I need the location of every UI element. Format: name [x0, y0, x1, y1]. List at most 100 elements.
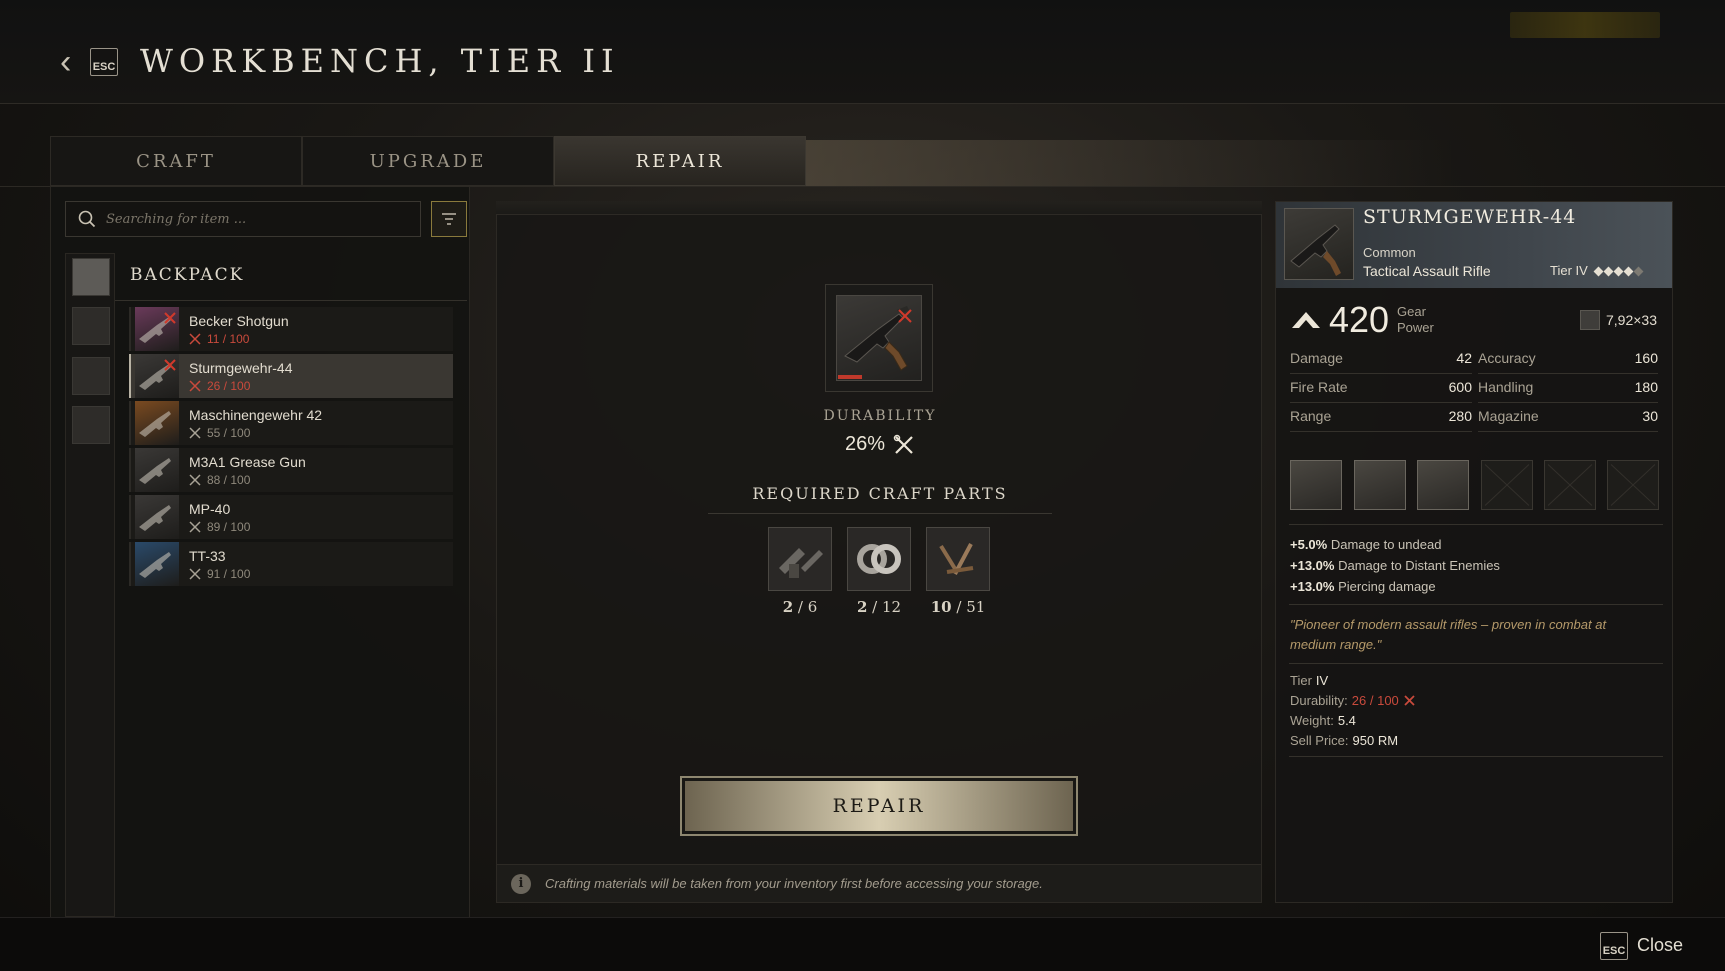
esc-key-icon[interactable]: ESC — [90, 48, 118, 76]
ammo-icon — [1580, 310, 1600, 330]
low-durability-icon — [1404, 695, 1415, 706]
weapon-thumbnail — [135, 542, 179, 586]
repair-tools-icon — [893, 434, 913, 454]
part-count: 10 / 51 — [930, 598, 986, 616]
item-durability: 11 / 100 — [189, 332, 289, 346]
gear-power-value: 420 — [1329, 299, 1390, 340]
mod-slot-empty[interactable] — [1544, 460, 1596, 510]
item-list: Becker Shotgun 11 / 100 Sturmgewehr-44 26 /… — [129, 307, 453, 589]
inventory-item[interactable]: M3A1 Grease Gun 88 / 100 — [129, 448, 453, 492]
tab-craft[interactable]: CRAFT — [50, 136, 302, 186]
backpack-title: BACKPACK — [130, 265, 245, 285]
filter-icon — [442, 213, 456, 225]
inventory-item[interactable]: Becker Shotgun 11 / 100 — [129, 307, 453, 351]
durability-value: 26% — [844, 433, 886, 455]
tier-diamond-icon — [1603, 266, 1614, 277]
tier-diamond-icon — [1593, 266, 1604, 277]
tier-diamond-icon — [1613, 266, 1624, 277]
required-parts-divider — [708, 513, 1052, 514]
info-text: Crafting materials will be taken from yo… — [545, 876, 1043, 891]
inventory-item[interactable]: Sturmgewehr-44 26 / 100 — [129, 354, 453, 398]
details-divider — [1289, 663, 1663, 664]
item-name: TT-33 — [189, 547, 226, 564]
durability-icon — [189, 473, 201, 486]
stat-damage: Damage 42 — [1290, 350, 1472, 374]
weapon-thumbnail — [135, 354, 179, 398]
tier-label: Tier IV — [1550, 263, 1588, 278]
weapon-thumbnail — [135, 448, 179, 492]
durability-icon — [189, 332, 201, 345]
mod-slot-empty[interactable] — [1607, 460, 1659, 510]
item-durability: 26 / 100 — [189, 379, 293, 393]
durability-label: DURABILITY — [823, 408, 937, 424]
filter-button[interactable] — [431, 201, 467, 237]
close-button[interactable]: Close — [1637, 935, 1683, 956]
durability-icon — [189, 426, 201, 439]
stat-accuracy: Accuracy 160 — [1478, 350, 1658, 374]
mod-slot-magazine[interactable] — [1417, 460, 1469, 510]
tab-upgrade[interactable]: UPGRADE — [302, 136, 554, 186]
storage-slot[interactable] — [72, 357, 110, 395]
durability-icon — [189, 520, 201, 533]
detail-durability: Durability: 26 / 100 — [1290, 693, 1416, 708]
tier-diamonds — [1592, 263, 1644, 278]
required-parts-label: REQUIRED CRAFT PARTS — [752, 484, 1008, 503]
stat-magazine: Magazine 30 — [1478, 408, 1658, 432]
stat-handling: Handling 180 — [1478, 379, 1658, 403]
screws-icon — [926, 527, 990, 591]
item-name: STURMGEWEHR-44 — [1363, 206, 1577, 228]
inventory-item[interactable]: MP-40 89 / 100 — [129, 495, 453, 539]
gear-power-label: Gear Power — [1397, 304, 1434, 335]
durability-icon — [189, 567, 201, 580]
detail-tier: Tier IV — [1290, 673, 1329, 688]
durability-readout: 26% — [760, 433, 1000, 456]
info-icon: i — [511, 873, 531, 894]
item-durability: 88 / 100 — [189, 473, 306, 487]
storage-slot[interactable] — [72, 307, 110, 345]
weapon-thumbnail — [135, 495, 179, 539]
tab-bar: CRAFT UPGRADE REPAIR — [50, 136, 806, 186]
footer-bar — [0, 917, 1725, 971]
mod-slot-stock[interactable] — [1354, 460, 1406, 510]
bonus-line: +5.0% Damage to undead — [1290, 537, 1442, 552]
info-bar: i Crafting materials will be taken from … — [497, 864, 1261, 902]
durability-bar — [838, 375, 862, 379]
item-durability: 91 / 100 — [189, 567, 250, 581]
detail-sell-price: Sell Price: 950 RM — [1290, 733, 1399, 748]
weapon-thumbnail — [135, 307, 179, 351]
search-box[interactable] — [65, 201, 421, 237]
tier-diamond-icon — [1623, 266, 1634, 277]
flavor-text: "Pioneer of modern assault rifles – prov… — [1290, 617, 1607, 652]
bonus-line: +13.0% Piercing damage — [1290, 579, 1436, 594]
part-count: 2 / 12 — [856, 598, 902, 616]
item-type: Tactical Assault Rifle — [1363, 263, 1491, 279]
rifle-icon — [1290, 224, 1341, 276]
repair-button[interactable]: REPAIR — [680, 776, 1078, 836]
search-icon — [78, 210, 96, 228]
tab-repair[interactable]: REPAIR — [554, 136, 806, 186]
gun-parts-icon — [768, 527, 832, 591]
bonus-line: +13.0% Damage to Distant Enemies — [1290, 558, 1500, 573]
mod-slot-empty[interactable] — [1481, 460, 1533, 510]
item-rarity: Common — [1363, 245, 1416, 260]
tab-glow — [805, 140, 1455, 186]
esc-key-icon[interactable]: ESC — [1600, 932, 1628, 960]
backpack-divider — [115, 300, 467, 301]
storage-slot[interactable] — [72, 406, 110, 444]
stat-range: Range 280 — [1290, 408, 1472, 432]
inventory-item[interactable]: TT-33 91 / 100 — [129, 542, 453, 586]
item-name: Maschinengewehr 42 — [189, 406, 323, 423]
mod-slot-barrel[interactable] — [1290, 460, 1342, 510]
detail-weight: Weight: 5.4 — [1290, 713, 1356, 728]
part-count: 2 / 6 — [782, 598, 818, 616]
item-tier: Tier IV — [1550, 263, 1644, 278]
page-title: WORKBENCH, TIER II — [140, 42, 620, 80]
storage-slot-backpack[interactable] — [72, 258, 110, 296]
search-input[interactable] — [106, 211, 406, 227]
back-chevron-icon[interactable]: ‹ — [60, 44, 71, 80]
inventory-item[interactable]: Maschinengewehr 42 55 / 100 — [129, 401, 453, 445]
item-durability: 55 / 100 — [189, 426, 322, 440]
ammo-caliber: 7,92×33 — [1606, 312, 1657, 328]
durability-icon — [189, 379, 201, 392]
item-name: MP-40 — [189, 500, 231, 517]
